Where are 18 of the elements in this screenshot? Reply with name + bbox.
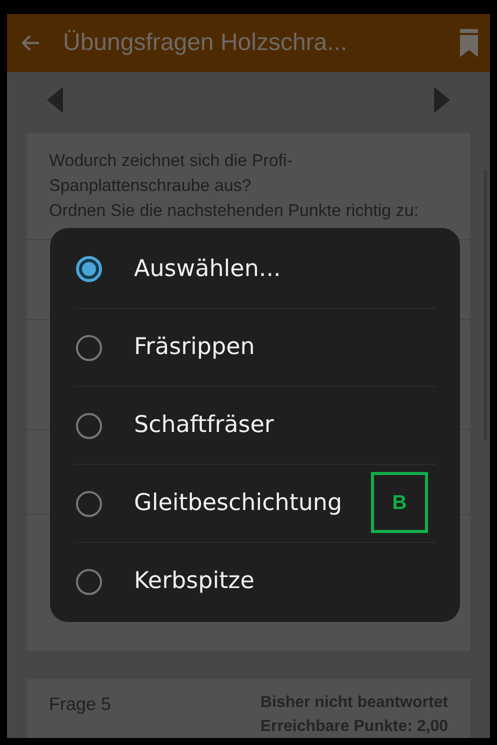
- option-label: Fräsrippen: [134, 333, 255, 362]
- radio-button[interactable]: [76, 568, 102, 594]
- radio-button[interactable]: [76, 490, 102, 516]
- option-item[interactable]: Schaftfräser: [74, 386, 436, 464]
- option-item[interactable]: Fräsrippen: [74, 308, 436, 386]
- radio-button[interactable]: [76, 256, 102, 282]
- option-item[interactable]: Gleitbeschichtung B: [74, 464, 436, 542]
- annotation-label: B: [371, 472, 428, 533]
- option-item[interactable]: Kerbspitze: [74, 542, 436, 620]
- bookmark-icon[interactable]: [460, 29, 478, 57]
- option-item[interactable]: Auswählen...: [74, 230, 436, 308]
- app-title: Übungsfragen Holzschra...: [63, 28, 348, 58]
- radio-button[interactable]: [76, 334, 102, 360]
- option-label: Auswählen...: [134, 254, 281, 284]
- option-label: Gleitbeschichtung: [134, 489, 342, 518]
- option-label: Schaftfräser: [134, 411, 274, 440]
- radio-button[interactable]: [76, 412, 102, 438]
- option-label: Kerbspitze: [134, 567, 254, 596]
